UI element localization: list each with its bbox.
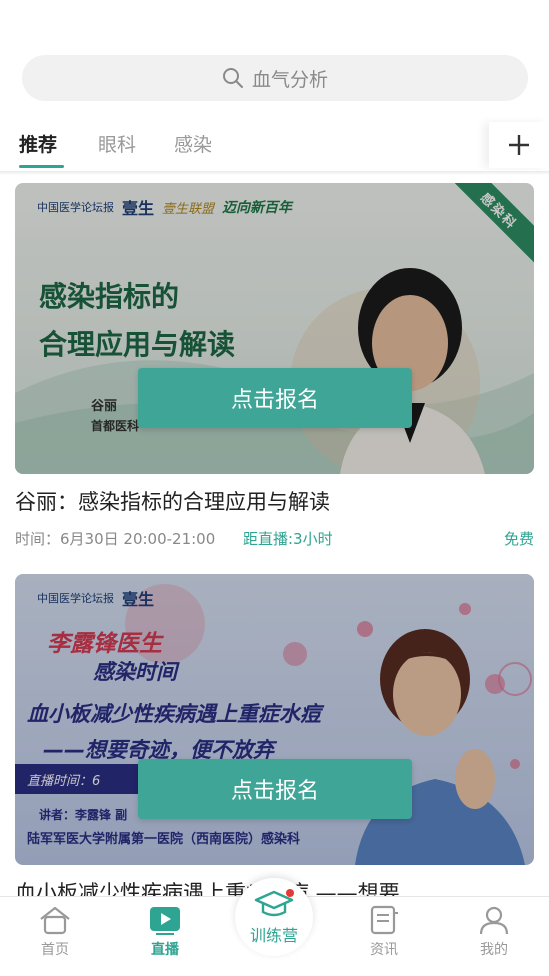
live-card[interactable]: 中国医学论坛报 壹生 李露锋医生 感染时间 血小板减少性疾病遇上重症水痘 ——想…	[15, 574, 534, 907]
search-bar[interactable]: 血气分析	[22, 55, 528, 101]
plus-icon	[509, 135, 529, 155]
tab-ophthalmology[interactable]: 眼科	[98, 130, 136, 157]
banner-dim-overlay	[15, 183, 534, 474]
search-container: 血气分析	[22, 55, 528, 101]
tab-recommend[interactable]: 推荐	[19, 130, 57, 157]
live-banner[interactable]: 中国医学论坛报 壹生 李露锋医生 感染时间 血小板减少性疾病遇上重症水痘 ——想…	[15, 574, 534, 865]
category-tabs: 推荐 眼科 感染	[0, 122, 549, 175]
graduation-cap-icon	[254, 889, 294, 917]
nav-news[interactable]: 资讯	[349, 905, 419, 959]
nav-live-label: 直播	[151, 942, 179, 958]
nav-live[interactable]: 直播	[130, 905, 200, 959]
live-banner[interactable]: 中国医学论坛报 壹生 壹生联盟 迈向新百年 感染科 感染指标的 合理应用与解读 …	[15, 183, 534, 474]
tab-infection[interactable]: 感染	[174, 130, 212, 157]
live-time: 时间：6月30日 20:00-21:00	[15, 530, 216, 548]
search-placeholder: 血气分析	[251, 68, 328, 91]
home-icon	[40, 906, 70, 935]
card-title[interactable]: 谷丽：感染指标的合理应用与解读	[15, 486, 534, 516]
tab-active-indicator	[19, 165, 64, 168]
nav-profile-label: 我的	[480, 942, 508, 958]
card-meta: 时间：6月30日 20:00-21:00 距直播:3小时 免费	[15, 528, 534, 550]
nav-profile[interactable]: 我的	[459, 905, 529, 959]
news-icon	[370, 905, 398, 935]
profile-icon	[479, 906, 509, 935]
live-card[interactable]: 中国医学论坛报 壹生 壹生联盟 迈向新百年 感染科 感染指标的 合理应用与解读 …	[15, 183, 534, 550]
live-countdown: 距直播:3小时	[243, 530, 333, 548]
tabs-divider	[0, 171, 549, 175]
nav-training-camp-label: 训练营	[249, 926, 298, 945]
add-tab-button[interactable]	[489, 122, 549, 168]
nav-training-camp[interactable]: 训练营	[235, 878, 313, 956]
live-play-icon	[150, 907, 180, 935]
nav-home[interactable]: 首页	[20, 905, 90, 959]
nav-home-label: 首页	[41, 942, 69, 958]
price-badge: 免费	[503, 530, 534, 548]
register-button[interactable]: 点击报名	[138, 368, 412, 428]
banner-dim-overlay	[15, 574, 534, 865]
nav-news-label: 资讯	[370, 942, 398, 958]
search-icon	[222, 68, 243, 88]
register-button[interactable]: 点击报名	[138, 759, 412, 819]
